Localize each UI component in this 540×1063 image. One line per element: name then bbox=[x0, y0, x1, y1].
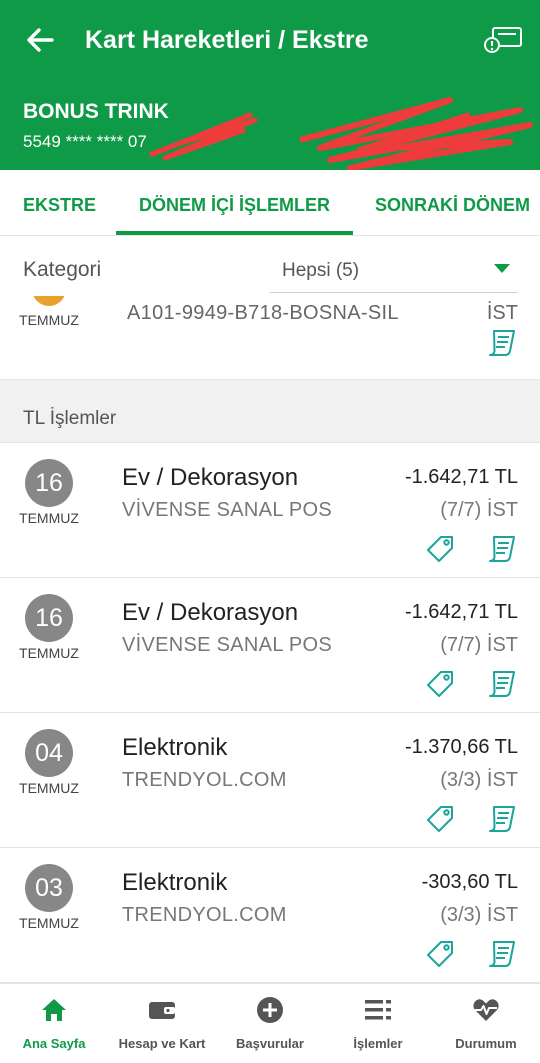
date-badge bbox=[32, 296, 66, 306]
receipt-icon[interactable] bbox=[487, 805, 517, 833]
transaction-category: Ev / Dekorasyon bbox=[122, 464, 299, 491]
nav-hesap-ve-kart[interactable]: Hesap ve Kart bbox=[108, 984, 216, 1063]
dropdown-caret-icon bbox=[494, 264, 510, 273]
transaction-city: İST bbox=[486, 302, 518, 324]
receipt-icon[interactable] bbox=[487, 535, 517, 563]
transaction-month: TEMMUZ bbox=[19, 915, 79, 931]
transaction-month: TEMMUZ bbox=[19, 780, 79, 796]
transaction-installment: (7/7) İST bbox=[440, 499, 518, 521]
day-badge: 04 bbox=[25, 729, 73, 777]
transaction-category: Elektronik bbox=[122, 734, 228, 761]
card-info-icon[interactable] bbox=[484, 25, 524, 55]
transaction-month: TEMMUZ bbox=[19, 312, 79, 328]
page-title: Kart Hareketleri / Ekstre bbox=[85, 26, 369, 54]
transaction-row[interactable]: 16 TEMMUZ Ev / Dekorasyon VİVENSE SANAL … bbox=[0, 578, 540, 713]
nav-islemler[interactable]: İşlemler bbox=[324, 984, 432, 1063]
transaction-amount: -1.370,66 TL bbox=[404, 736, 518, 758]
heart-pulse-icon bbox=[473, 999, 499, 1021]
transaction-row[interactable]: 16 TEMMUZ Ev / Dekorasyon VİVENSE SANAL … bbox=[0, 443, 540, 578]
nav-label: İşlemler bbox=[353, 1036, 403, 1051]
nav-label: Durumum bbox=[455, 1036, 517, 1051]
nav-ana-sayfa[interactable]: Ana Sayfa bbox=[0, 984, 108, 1063]
transaction-installment: (7/7) İST bbox=[440, 634, 518, 656]
receipt-icon[interactable] bbox=[487, 670, 517, 698]
bottom-navigation: Ana Sayfa Hesap ve Kart Başvurular İşlem… bbox=[0, 983, 540, 1063]
transaction-amount: -303,60 TL bbox=[421, 871, 518, 893]
app-bar: Kart Hareketleri / Ekstre bbox=[0, 0, 540, 80]
receipt-icon[interactable] bbox=[487, 940, 517, 968]
wallet-icon bbox=[149, 1002, 175, 1019]
arrow-left-icon[interactable] bbox=[24, 24, 56, 56]
transaction-merchant: VİVENSE SANAL POS bbox=[122, 634, 332, 656]
transaction-merchant: TRENDYOL.COM bbox=[122, 904, 287, 926]
transaction-amount: -1.642,71 TL bbox=[404, 601, 518, 623]
tab-donem-ici-islemler[interactable]: DÖNEM İÇİ İŞLEMLER bbox=[139, 195, 330, 216]
category-select[interactable]: Hepsi (5) bbox=[270, 256, 518, 293]
nav-durumum[interactable]: Durumum bbox=[432, 984, 540, 1063]
section-label: TL İşlemler bbox=[23, 408, 117, 429]
tab-sonraki-donem[interactable]: SONRAKİ DÖNEM bbox=[375, 195, 530, 216]
receipt-icon[interactable] bbox=[487, 329, 517, 357]
transaction-merchant: TRENDYOL.COM bbox=[122, 769, 287, 791]
nav-basvurular[interactable]: Başvurular bbox=[216, 984, 324, 1063]
transaction-category: Ev / Dekorasyon bbox=[122, 599, 299, 626]
transaction-merchant: VİVENSE SANAL POS bbox=[122, 499, 332, 521]
transaction-category: Elektronik bbox=[122, 869, 228, 896]
filter-label: Kategori bbox=[23, 258, 102, 281]
tag-icon[interactable] bbox=[425, 669, 455, 699]
nav-label: Ana Sayfa bbox=[22, 1036, 86, 1051]
plus-circle-icon bbox=[257, 997, 283, 1023]
card-info: BONUS TRINK 5549 **** **** 07 bbox=[0, 80, 540, 170]
list-icon bbox=[365, 1000, 391, 1020]
category-filter: Kategori Hepsi (5) bbox=[0, 236, 540, 296]
transaction-merchant: A101-9949-B718-BOSNA-SIL bbox=[127, 302, 399, 324]
tag-icon[interactable] bbox=[425, 534, 455, 564]
transaction-amount: -1.642,71 TL bbox=[404, 466, 518, 488]
transaction-installment: (3/3) İST bbox=[440, 904, 518, 926]
nav-label: Başvurular bbox=[236, 1036, 304, 1051]
home-icon bbox=[42, 999, 66, 1021]
tab-bar: EKSTRE DÖNEM İÇİ İŞLEMLER SONRAKİ DÖNEM bbox=[0, 170, 540, 236]
tag-icon[interactable] bbox=[425, 804, 455, 834]
transaction-month: TEMMUZ bbox=[19, 645, 79, 661]
redaction-scribble bbox=[149, 97, 533, 170]
transaction-row[interactable]: 03 TEMMUZ Elektronik TRENDYOL.COM -303,6… bbox=[0, 848, 540, 983]
transaction-installment: (3/3) İST bbox=[440, 769, 518, 791]
transaction-row[interactable]: 04 TEMMUZ Elektronik TRENDYOL.COM -1.370… bbox=[0, 713, 540, 848]
category-select-value: Hepsi (5) bbox=[282, 260, 360, 281]
day-badge: 03 bbox=[25, 864, 73, 912]
tag-icon[interactable] bbox=[425, 939, 455, 969]
tab-ekstre[interactable]: EKSTRE bbox=[23, 195, 96, 216]
transaction-month: TEMMUZ bbox=[19, 510, 79, 526]
day-badge: 16 bbox=[25, 459, 73, 507]
nav-label: Hesap ve Kart bbox=[118, 1036, 206, 1051]
section-header: TL İşlemler bbox=[0, 379, 540, 443]
transaction-row-partial[interactable]: TEMMUZ A101-9949-B718-BOSNA-SIL İST bbox=[0, 296, 540, 379]
day-badge: 16 bbox=[25, 594, 73, 642]
